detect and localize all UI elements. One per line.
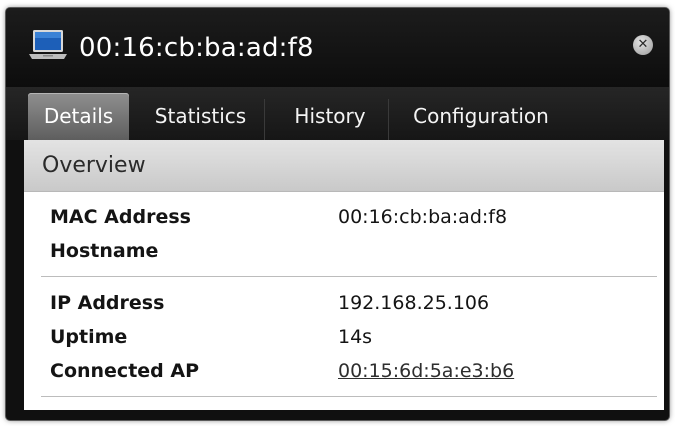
tab-configuration[interactable]: Configuration xyxy=(396,93,566,140)
tab-history[interactable]: History xyxy=(272,93,388,140)
hostname-label: Hostname xyxy=(50,240,159,262)
laptop-icon xyxy=(29,30,67,59)
tab-statistics[interactable]: Statistics xyxy=(137,93,264,140)
tab-separator xyxy=(388,99,389,140)
section-title: Overview xyxy=(42,153,146,178)
uptime-value: 14s xyxy=(338,326,373,348)
connected-ap-link[interactable]: 00:15:6d:5a:e3:b6 xyxy=(338,358,514,384)
ip-address-value: 192.168.25.106 xyxy=(338,292,490,314)
ip-address-label: IP Address xyxy=(50,292,165,314)
connected-ap-label: Connected AP xyxy=(50,360,200,382)
overview-section-header: Overview xyxy=(24,140,664,192)
window-title: 00:16:cb:ba:ad:f8 xyxy=(79,33,314,63)
details-panel: Overview MAC Address 00:16:cb:ba:ad:f8 H… xyxy=(24,140,664,410)
client-detail-window: 00:16:cb:ba:ad:f8 ✕ Details Statistics H… xyxy=(6,8,669,420)
mac-address-value: 00:16:cb:ba:ad:f8 xyxy=(338,206,508,228)
divider xyxy=(41,276,657,277)
tab-details[interactable]: Details xyxy=(28,93,129,140)
tab-separator xyxy=(264,99,265,140)
uptime-label: Uptime xyxy=(50,326,128,348)
title-bar: 00:16:cb:ba:ad:f8 ✕ xyxy=(6,8,669,87)
mac-address-label: MAC Address xyxy=(50,206,191,228)
tab-bar: Details Statistics History Configuration xyxy=(6,87,669,140)
divider xyxy=(41,396,657,397)
close-icon[interactable]: ✕ xyxy=(633,35,653,55)
